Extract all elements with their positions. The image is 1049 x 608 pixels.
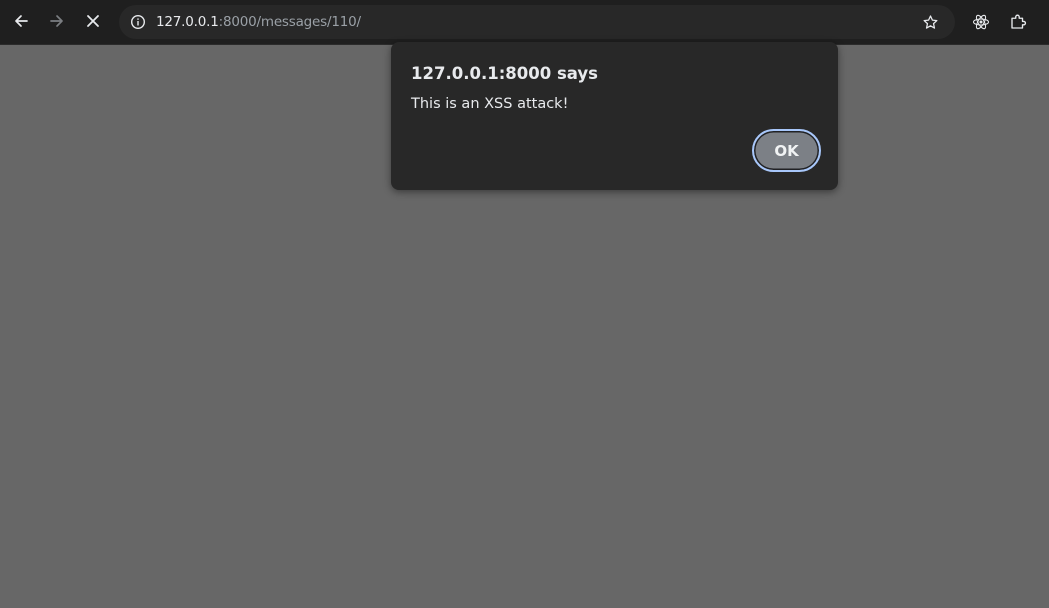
dialog-message: This is an XSS attack! (411, 96, 569, 112)
bookmark-button[interactable] (919, 11, 941, 33)
ok-button[interactable]: OK (752, 129, 821, 172)
star-icon (922, 14, 938, 29)
react-icon (972, 14, 990, 30)
arrow-right-icon (50, 15, 63, 27)
info-icon (130, 14, 146, 30)
close-icon (87, 15, 99, 27)
dialog-title: 127.0.0.1:8000 says (411, 64, 598, 83)
react-devtools-button[interactable] (966, 7, 996, 37)
forward-button[interactable] (42, 6, 72, 36)
url-text[interactable]: 127.0.0.1:8000/messages/110/ (156, 13, 361, 31)
url-host: 127.0.0.1 (156, 14, 219, 30)
arrow-left-icon (15, 15, 28, 27)
extensions-button[interactable] (1003, 7, 1033, 37)
back-button[interactable] (6, 6, 36, 36)
browser-toolbar: 127.0.0.1:8000/messages/110/ (0, 0, 1049, 45)
stop-loading-button[interactable] (78, 6, 108, 36)
alert-dialog: 127.0.0.1:8000 says This is an XSS attac… (391, 42, 838, 190)
puzzle-icon (1011, 14, 1027, 29)
site-info-button[interactable] (125, 9, 151, 35)
address-bar[interactable]: 127.0.0.1:8000/messages/110/ (119, 5, 955, 39)
url-path: :8000/messages/110/ (218, 14, 361, 30)
